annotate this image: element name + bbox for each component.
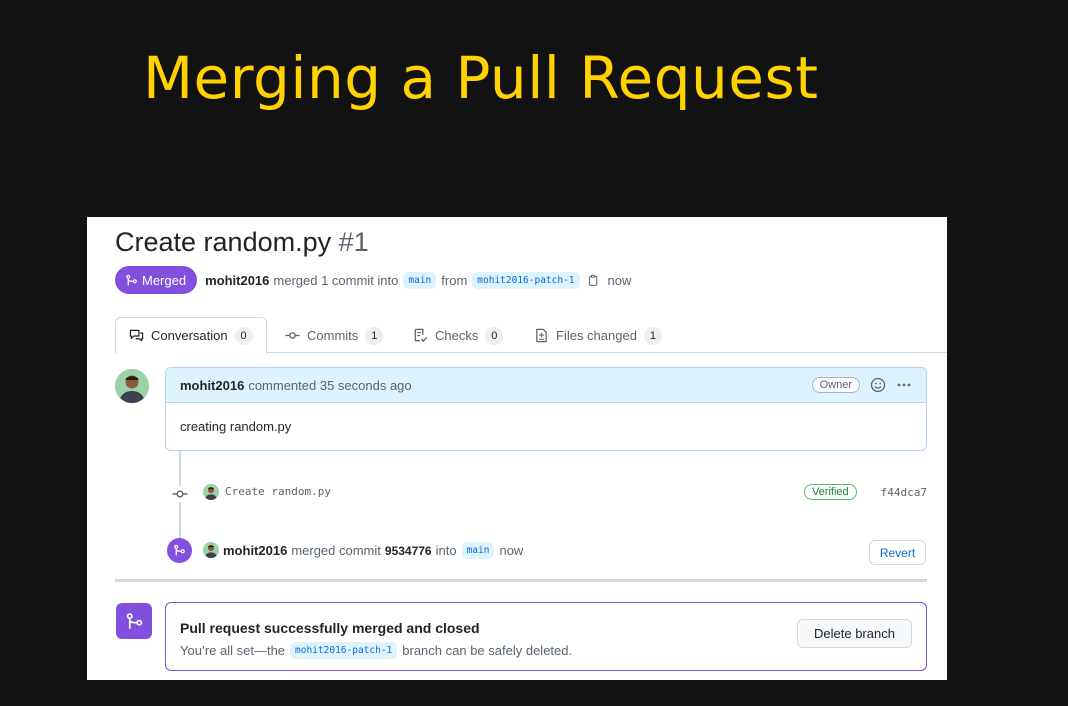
pr-time: now [607, 272, 632, 288]
commit-event-meta: Verified f44dca7 [803, 484, 927, 500]
comment-body: creating random.py [180, 419, 292, 434]
commenter-avatar[interactable] [115, 369, 149, 403]
merge-commit-sha-link[interactable]: 9534776 [385, 544, 432, 558]
pr-author-link[interactable]: mohit2016 [205, 273, 269, 288]
tab-files-changed[interactable]: Files changed 1 [534, 317, 662, 354]
merge-author-link[interactable]: mohit2016 [223, 543, 287, 558]
git-merge-icon [126, 274, 137, 285]
tab-commits-count: 1 [365, 326, 384, 345]
comment-header: mohit2016 commented 35 seconds ago Owner [166, 368, 926, 403]
merged-status-label: Merged [142, 272, 187, 288]
merge-event: mohit2016 merged commit 9534776 into mai… [223, 542, 523, 559]
merged-status-box: Pull request successfully merged and clo… [165, 602, 927, 671]
commit-author-avatar[interactable] [203, 484, 219, 500]
merged-status-badge: Merged [115, 266, 198, 294]
pr-number: #1 [338, 227, 369, 257]
checklist-icon [414, 328, 428, 343]
smiley-icon[interactable] [870, 377, 886, 393]
owner-badge: Owner [811, 377, 860, 393]
revert-button[interactable]: Revert [869, 540, 926, 565]
pr-merge-text: merged 1 commit into [273, 272, 399, 288]
merge-event-text: merged commit [291, 543, 381, 558]
git-merge-icon [126, 612, 142, 629]
merge-event-badge [167, 538, 192, 563]
comment-box: mohit2016 commented 35 seconds ago Owner… [165, 367, 927, 451]
tab-checks-count: 0 [485, 326, 504, 345]
comment-author-link[interactable]: mohit2016 [180, 378, 244, 393]
tab-checks-label: Checks [435, 328, 479, 343]
comment-meta: commented 35 seconds ago [248, 377, 412, 393]
merge-status-icon-box [116, 603, 152, 639]
commit-event: Create random.py [225, 485, 331, 498]
tab-files-changed-label: Files changed [556, 328, 637, 343]
merged-subtext-prefix: You’re all set—the [180, 643, 286, 658]
commit-icon [172, 486, 188, 502]
merged-heading: Pull request successfully merged and clo… [180, 620, 480, 636]
base-branch-label[interactable]: main [403, 271, 437, 289]
commit-sha-link[interactable]: f44dca7 [881, 486, 927, 499]
git-merge-icon [174, 544, 185, 556]
merge-branch-label[interactable]: main [461, 542, 495, 559]
delete-branch-button[interactable]: Delete branch [797, 619, 912, 648]
verified-badge[interactable]: Verified [803, 484, 857, 500]
pull-request-panel: Create random.py #1 Merged mohit2016 mer… [87, 217, 947, 680]
tab-checks[interactable]: Checks 0 [413, 317, 504, 354]
commit-icon [285, 332, 300, 339]
tab-conversation-label: Conversation [151, 328, 228, 343]
merge-event-time: now [499, 543, 524, 558]
pr-meta: Merged mohit2016 merged 1 commit into ma… [115, 266, 631, 294]
comment-discussion-icon [129, 329, 144, 342]
tab-files-changed-count: 1 [643, 326, 662, 345]
tab-conversation-count: 0 [234, 326, 253, 345]
file-diff-icon [536, 328, 547, 343]
merge-into-text: into [435, 543, 457, 558]
commit-message-link[interactable]: Create random.py [225, 485, 331, 498]
pr-title-text: Create random.py [115, 227, 332, 257]
tab-commits-label: Commits [307, 328, 359, 343]
tab-commits[interactable]: Commits 1 [285, 317, 384, 354]
slide-title: Merging a Pull Request [143, 44, 819, 112]
pr-tabs: Conversation 0 Commits 1 Checks 0 Files … [115, 317, 947, 354]
kebab-horizontal-icon[interactable] [896, 377, 912, 393]
merged-subtext-suffix: branch can be safely deleted. [402, 643, 573, 658]
merger-avatar[interactable] [203, 542, 219, 558]
timeline-separator [115, 579, 927, 582]
deletable-branch-label[interactable]: mohit2016-patch-1 [290, 642, 398, 659]
tab-conversation[interactable]: Conversation 0 [115, 317, 267, 354]
pr-from-text: from [441, 272, 468, 288]
copy-icon[interactable] [587, 274, 600, 287]
pr-title: Create random.py #1 [115, 227, 369, 258]
head-branch-label[interactable]: mohit2016-patch-1 [472, 271, 580, 289]
merged-subtext: You’re all set—the mohit2016-patch-1 bra… [180, 642, 572, 659]
